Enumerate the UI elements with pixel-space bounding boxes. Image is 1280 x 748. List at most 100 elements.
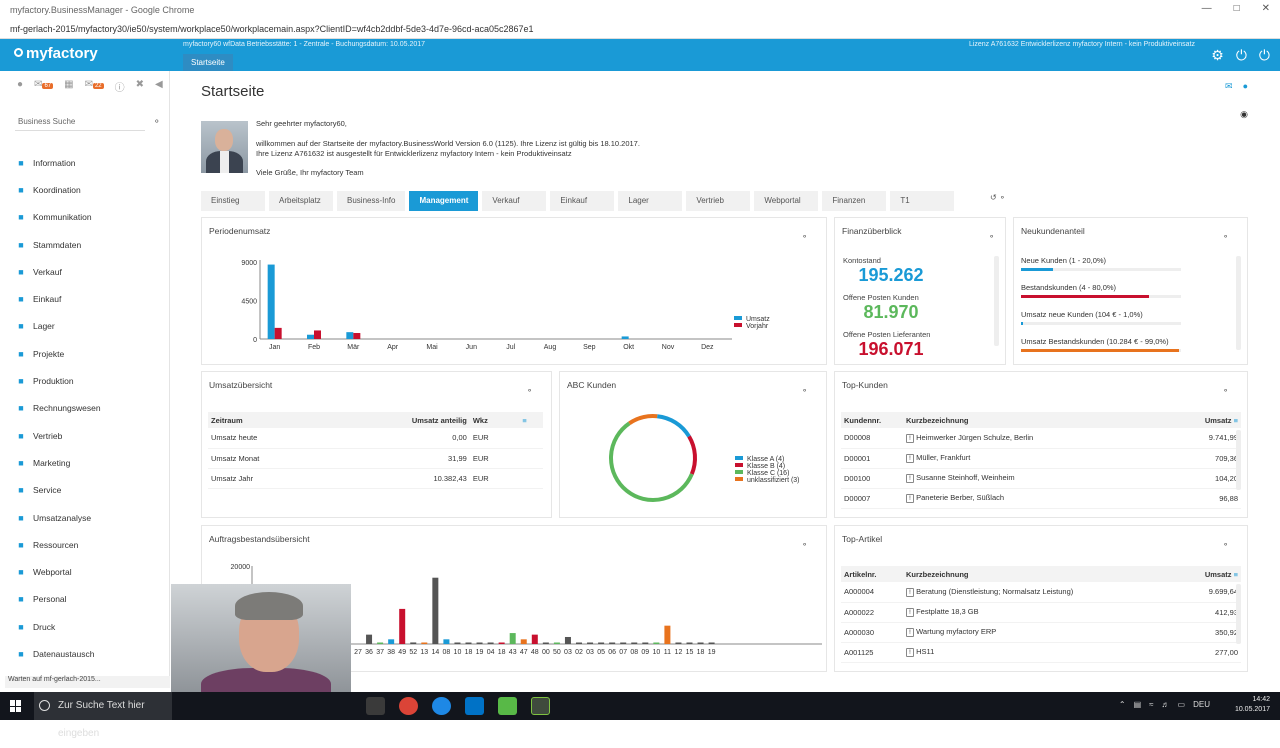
tray-volume-icon[interactable]: ♬ [1162,700,1170,709]
cell-nr[interactable]: D00001 [841,448,903,469]
topkunden-settings-icon[interactable]: ⚬ [1222,386,1229,395]
finanz-settings-icon[interactable]: ⚬ [988,232,995,241]
cell-nr[interactable]: A000022 [841,602,903,623]
url-text[interactable]: mf-gerlach-2015/myfactory30/ie50/system/… [10,24,534,34]
table-row[interactable]: D00001! Müller, Frankfurt 709,36 [841,448,1241,469]
sidebar-item-stammdaten[interactable]: ■ Stammdaten [15,231,165,258]
tab-einstieg[interactable]: Einstieg [201,191,265,211]
sidebar-item-marketing[interactable]: ■ Marketing [15,449,165,476]
camtasia-app-icon[interactable] [498,697,517,715]
minimize-icon[interactable]: — [1202,3,1212,14]
table-row[interactable]: A000030! Wartung myfactory ERP 350,92 [841,622,1241,643]
col-kundennr[interactable]: Kundennr. [841,412,903,428]
ie-app-icon[interactable] [432,697,451,715]
sidebar-item-koordination[interactable]: ■ Koordination [15,176,165,203]
tray-wifi-icon[interactable]: ≈ [1149,700,1153,709]
power-icon[interactable]: ⏻ [1236,47,1247,64]
cell-nr[interactable]: A000030 [841,622,903,643]
tab-webportal[interactable]: Webportal [754,191,819,211]
sidebar-item-vertrieb[interactable]: ■ Vertrieb [15,422,165,449]
col-kurzbezeichnung[interactable]: Kurzbezeichnung [903,412,1165,428]
sidebar-item-service[interactable]: ■ Service [15,477,165,504]
maximize-icon[interactable]: □ [1234,3,1240,14]
messages-icon[interactable]: ✉ 22 [85,79,104,94]
col-umsatz[interactable]: Umsatz ≡ [1164,412,1241,428]
filter-icon[interactable]: ≡ [519,412,543,428]
tab-t1[interactable]: T1 [890,191,955,211]
outlook-app-icon[interactable] [465,697,484,715]
col-artikel-kurzbezeichnung[interactable]: Kurzbezeichnung [903,566,1179,582]
sidebar-item-ressourcen[interactable]: ■ Ressourcen [15,531,165,558]
tasks-icon[interactable]: ✉ 67 [34,79,54,94]
umsatzuebersicht-settings-icon[interactable]: ⚬ [526,386,533,395]
sidebar-item-datenaustausch[interactable]: ■ Datenaustausch [15,640,165,667]
gear-icon[interactable]: ⚙ [1211,47,1224,64]
table-row[interactable]: A000004! Beratung (Dienstleistung; Norma… [841,582,1241,603]
sidebar-item-einkauf[interactable]: ■ Einkauf [15,285,165,312]
col-anteil[interactable]: Umsatz anteilig [331,412,470,428]
finanz-scrollbar[interactable] [994,256,999,346]
detail-icon[interactable]: ! [906,587,914,597]
cell-nr[interactable]: D00008 [841,428,903,449]
cell-nr[interactable]: D00007 [841,488,903,509]
sidebar-item-umsatzanalyse[interactable]: ■ Umsatzanalyse [15,504,165,531]
table-row[interactable]: D00100! Susanne Steinhoff, Weinheim 104,2… [841,468,1241,489]
sidebar-item-webportal[interactable]: ■ Webportal [15,558,165,585]
table-row[interactable]: D00007! Paneterie Berber, Süßlach 96,88 [841,488,1241,509]
tab-lager[interactable]: Lager [618,191,683,211]
col-artikel-umsatz[interactable]: Umsatz ≡ [1178,566,1241,582]
sidebar-item-kommunikation[interactable]: ■ Kommunikation [15,204,165,231]
tab-finanzen[interactable]: Finanzen [822,191,887,211]
store-app-icon[interactable] [366,697,385,715]
col-artikelnr[interactable]: Artikelnr. [841,566,903,582]
cell-nr[interactable]: D00100 [841,468,903,489]
tray-network-icon[interactable]: ▤ [1134,700,1142,709]
table-row[interactable]: D00008! Heimwerker Jürgen Schulze, Berli… [841,428,1241,449]
info-circle-icon[interactable]: ● [1243,81,1248,92]
neukunden-scrollbar[interactable] [1236,256,1241,350]
detail-icon[interactable]: ! [906,454,914,463]
close-icon[interactable]: ✕ [1262,3,1270,14]
sidebar-item-rechnungswesen[interactable]: ■ Rechnungswesen [15,395,165,422]
periodenumsatz-settings-icon[interactable]: ⚬ [801,232,808,241]
sidebar-item-druck[interactable]: ■ Druck [15,613,165,640]
topkunden-scrollbar[interactable] [1236,430,1241,490]
col-wkz[interactable]: Wkz [469,412,520,428]
table-row[interactable]: Umsatz Jahr 10.382,43 EUR [208,468,543,489]
tab-arbeitsplatz[interactable]: Arbeitsplatz [269,191,333,211]
cell-nr[interactable]: A001125 [841,642,903,663]
tab-business-info[interactable]: Business-Info [337,191,406,211]
sidebar-item-produktion[interactable]: ■ Produktion [15,367,165,394]
header-tab-startseite[interactable]: Startseite [183,54,233,71]
logout-icon[interactable]: ⏻ [1259,47,1270,64]
cell-nr[interactable]: A000004 [841,582,903,603]
address-bar[interactable]: mf-gerlach-2015/myfactory30/ie50/system/… [0,20,1280,39]
table-row[interactable]: Umsatz Monat 31,99 EUR [208,448,543,469]
sidebar-item-information[interactable]: ■ Information [15,149,165,176]
myfactory-logo[interactable]: myfactory [14,45,98,62]
search-icon[interactable]: ⚬ [153,116,161,127]
settings-dot-icon[interactable]: ◉ [1240,109,1248,120]
table-row[interactable]: A000022! Festplatte 18,3 GB 412,93 [841,602,1241,623]
tab-verkauf[interactable]: Verkauf [482,191,547,211]
pin-icon[interactable]: ● [17,79,23,94]
tools-icon[interactable]: ✖ [136,79,144,94]
business-search-input[interactable]: Business Suche [15,115,145,131]
help-icon[interactable]: ⓘ [115,79,125,94]
tray-lang[interactable]: DEU [1193,700,1210,709]
topartikel-settings-icon[interactable]: ⚬ [1222,540,1229,549]
windows-start-icon[interactable] [10,700,22,712]
mail-icon[interactable]: ✉ [1225,81,1233,92]
sidebar-item-personal[interactable]: ■ Personal [15,586,165,613]
col-zeitraum[interactable]: Zeitraum [208,412,332,428]
taskbar-search[interactable]: Zur Suche Text hier eingeben [34,692,172,739]
refresh-icon[interactable]: ↺ [990,193,997,202]
neukunden-settings-icon[interactable]: ⚬ [1222,232,1229,241]
tab-einkauf[interactable]: Einkauf [550,191,615,211]
table-row[interactable]: A001125! HS11 277,00 [841,642,1241,663]
tab-vertrieb[interactable]: Vertrieb [686,191,751,211]
chrome-app-icon[interactable] [399,697,418,715]
tab-management[interactable]: Management [409,191,479,211]
detail-icon[interactable]: ! [906,494,914,503]
detail-icon[interactable]: ! [906,474,914,483]
